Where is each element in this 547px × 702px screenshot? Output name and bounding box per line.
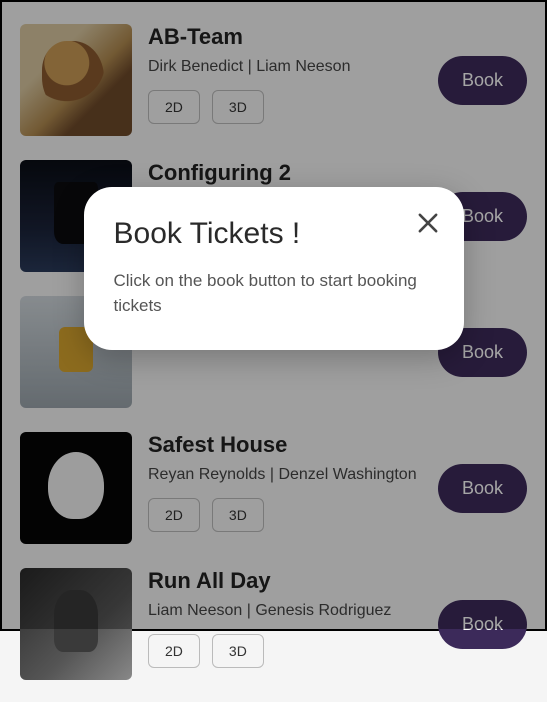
format-2d-button[interactable]: 2D	[148, 634, 200, 668]
format-row: 2D 3D	[148, 634, 422, 668]
close-icon[interactable]	[414, 209, 442, 237]
dialog-body: Click on the book button to start bookin…	[114, 269, 434, 318]
modal-overlay[interactable]: Book Tickets ! Click on the book button …	[2, 2, 545, 629]
book-tickets-dialog: Book Tickets ! Click on the book button …	[84, 187, 464, 350]
dialog-title: Book Tickets !	[114, 217, 434, 251]
format-3d-button[interactable]: 3D	[212, 634, 264, 668]
